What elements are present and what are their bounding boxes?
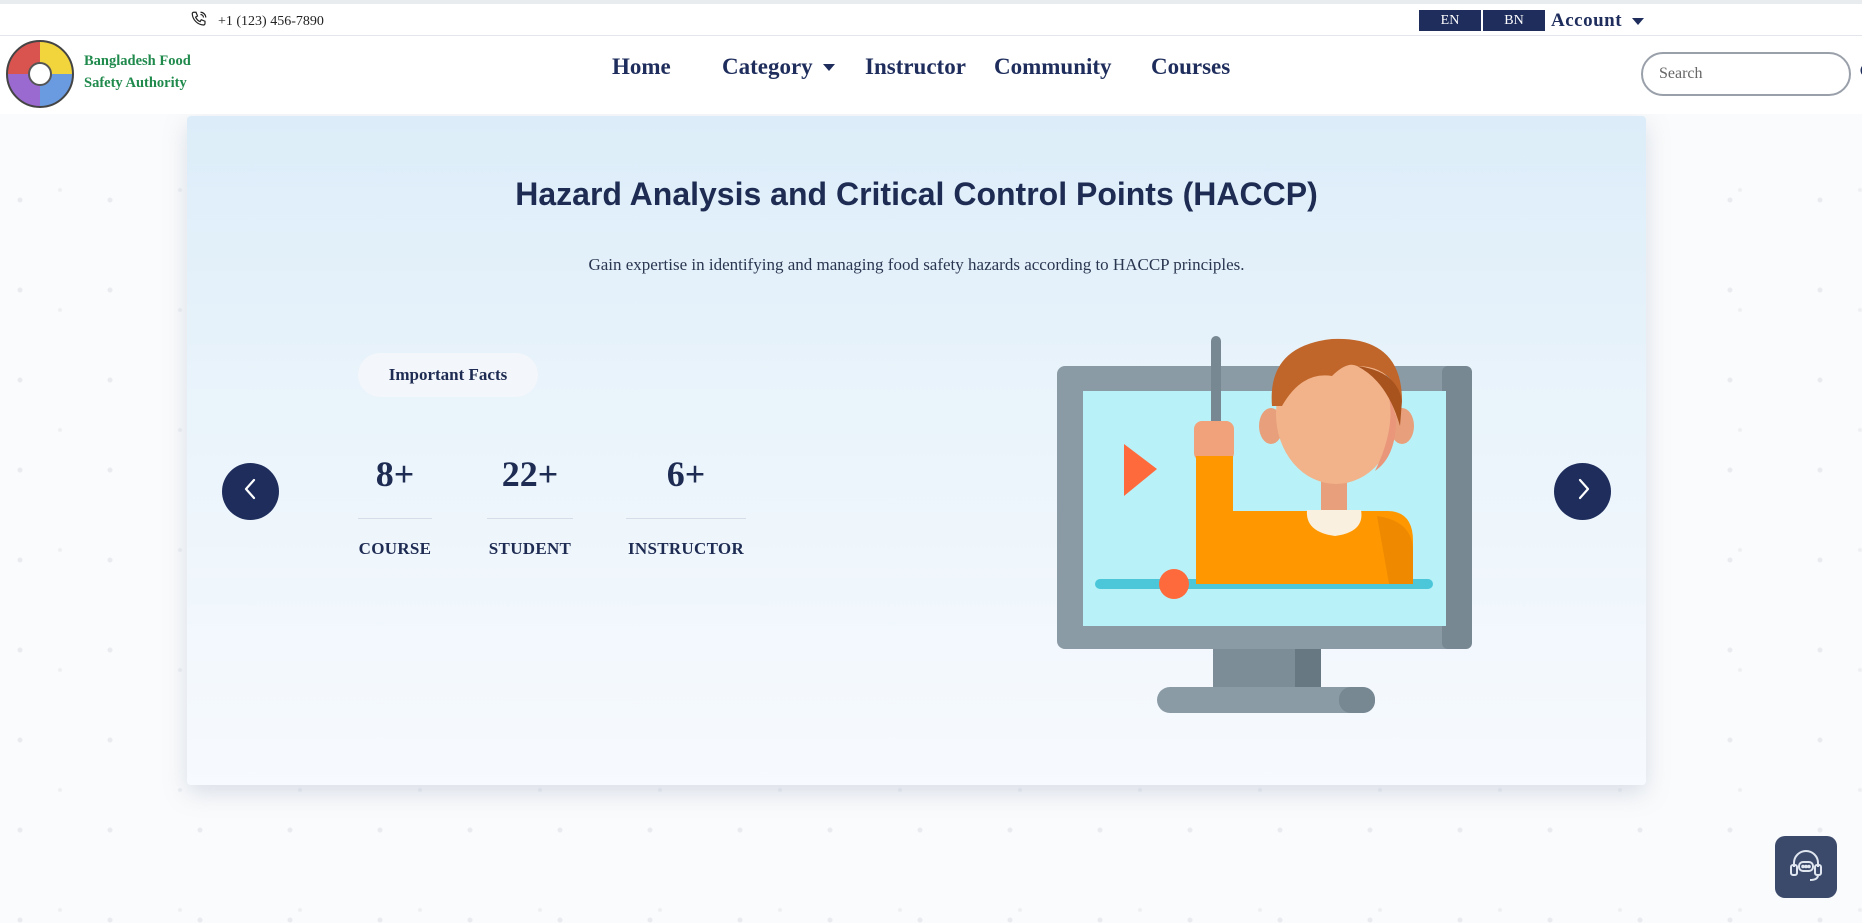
stat-instructor-label: INSTRUCTOR: [627, 539, 745, 558]
headset-support-icon: [1786, 845, 1826, 890]
stat-student: 22+ STUDENT: [487, 456, 573, 559]
stat-course-value: 8+: [375, 454, 415, 494]
language-en-button[interactable]: EN: [1419, 10, 1481, 31]
hero-slide: Hazard Analysis and Critical Control Poi…: [187, 116, 1646, 785]
nav-community[interactable]: Community: [994, 54, 1112, 80]
online-teacher-illustration: [1057, 336, 1487, 726]
chevron-right-icon: [1571, 477, 1595, 506]
main-header: Bangladesh Food Safety Authority Home Ca…: [0, 36, 1862, 114]
phone-icon: [190, 10, 208, 33]
course-title: Hazard Analysis and Critical Control Poi…: [515, 176, 1318, 212]
slider-prev-button[interactable]: [222, 463, 279, 520]
nav-instructor[interactable]: Instructor: [865, 54, 966, 80]
stat-student-value: 22+: [501, 454, 559, 494]
stat-course-label: COURSE: [358, 539, 432, 558]
caret-down-icon: [822, 63, 835, 71]
support-chat-button[interactable]: [1775, 836, 1837, 898]
caret-down-icon: [1632, 17, 1645, 25]
nav-courses[interactable]: Courses: [1151, 54, 1230, 80]
slider-next-button[interactable]: [1554, 463, 1611, 520]
stat-student-label: STUDENT: [488, 539, 572, 558]
stat-instructor: 6+ INSTRUCTOR: [626, 456, 746, 559]
bfsa-logo[interactable]: [6, 40, 74, 108]
top-bar: +1 (123) 456-7890 EN BN Account: [0, 0, 1862, 36]
language-bn-button[interactable]: BN: [1483, 10, 1545, 31]
important-facts-badge: Important Facts: [358, 353, 538, 397]
stat-divider: [358, 518, 432, 519]
nav-home[interactable]: Home: [612, 54, 671, 80]
account-dropdown[interactable]: Account: [1551, 10, 1645, 32]
brand-line-2: Safety Authority: [84, 75, 187, 91]
search-input[interactable]: [1659, 65, 1859, 83]
course-subtitle: Gain expertise in identifying and managi…: [588, 255, 1245, 274]
stat-course: 8+ COURSE: [358, 456, 432, 559]
stat-instructor-value: 6+: [666, 454, 706, 494]
stat-divider: [626, 518, 746, 519]
account-label: Account: [1551, 10, 1623, 31]
phone-contact[interactable]: +1 (123) 456-7890: [190, 10, 324, 33]
phone-number: +1 (123) 456-7890: [218, 13, 324, 29]
brand-name[interactable]: Bangladesh Food Safety Authority: [84, 50, 191, 94]
stat-divider: [487, 518, 573, 519]
nav-category[interactable]: Category: [722, 54, 835, 80]
search-box: [1641, 52, 1862, 96]
brand-line-1: Bangladesh Food: [84, 53, 191, 69]
nav-category-label: Category: [722, 54, 813, 79]
chevron-left-icon: [239, 477, 263, 506]
